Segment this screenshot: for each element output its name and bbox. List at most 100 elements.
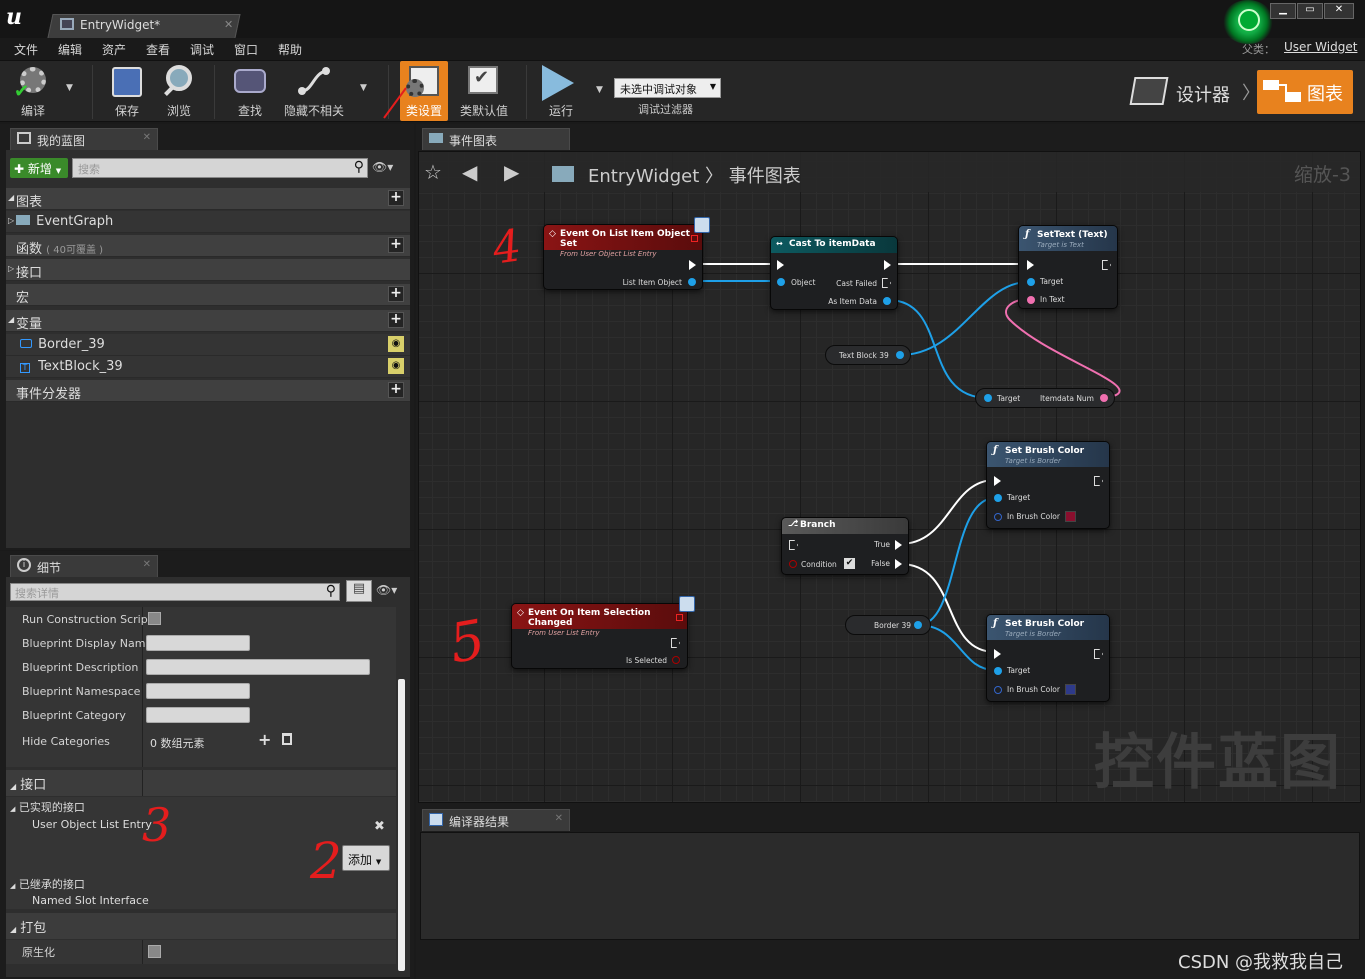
exec-out-pin[interactable] xyxy=(689,260,696,270)
condition-checkbox[interactable]: ✔ xyxy=(844,558,855,569)
border-wire-top xyxy=(917,497,996,626)
cast-to-itemdata-node[interactable]: ↔ Cast To itemData Object Cast Failed As… xyxy=(770,236,898,310)
is-selected-pin[interactable] xyxy=(672,656,680,664)
true-exec-pin[interactable] xyxy=(895,540,902,550)
node-subtitle: From User List Entry xyxy=(528,629,600,637)
false-exec-pin[interactable] xyxy=(895,559,902,569)
pin-label: Target xyxy=(1007,666,1031,675)
tab-compiler-results-label: 编译器结果 xyxy=(449,815,510,829)
branch-node[interactable]: ⎇ Branch True Condition ✔ False xyxy=(781,517,909,575)
tab-compiler-results[interactable]: 编译器结果 ✕ xyxy=(422,809,570,831)
event-list-item-object-set-node[interactable]: ◇ Event On List Item Object Set From Use… xyxy=(543,217,710,290)
node-title: Set Brush Color xyxy=(1005,619,1085,629)
target-pin[interactable] xyxy=(984,394,992,402)
node-header: ƒ Set Brush Color Target is Border xyxy=(987,442,1109,467)
node-header: ⎇ Branch xyxy=(782,518,908,534)
function-icon: ƒ xyxy=(993,618,998,629)
pin-label: False xyxy=(871,559,890,568)
in-text-pin[interactable] xyxy=(1027,296,1035,304)
object-pin[interactable] xyxy=(777,278,785,286)
annotation-3: 3 xyxy=(142,798,172,852)
pin-label: In Brush Color xyxy=(1007,512,1060,521)
branch-true-wire xyxy=(899,479,996,545)
node-title: Event On List Item Object Set xyxy=(560,229,690,249)
node-title: Set Brush Color xyxy=(1005,446,1085,456)
settext-node[interactable]: ƒ SetText (Text) Target is Text Target I… xyxy=(1018,225,1118,309)
pin-label: Object xyxy=(791,278,816,287)
node-title: Cast To itemData xyxy=(789,239,876,249)
cast-failed-exec-pin[interactable] xyxy=(882,278,891,288)
variable-label: Text Block 39 xyxy=(839,351,889,360)
delegate-pin-icon xyxy=(676,614,683,621)
node-header: ↔ Cast To itemData xyxy=(771,237,897,253)
node-header: ƒ Set Brush Color Target is Border xyxy=(987,615,1109,640)
brush-color-swatch[interactable] xyxy=(1065,511,1076,522)
pin-label: As Item Data xyxy=(828,297,877,306)
event-diamond-icon: ◇ xyxy=(549,229,556,239)
exec-in-pin[interactable] xyxy=(789,540,798,550)
pin-label: Condition xyxy=(801,560,837,569)
annotation-2: 2 xyxy=(310,832,342,890)
pin-label: Target xyxy=(1040,277,1064,286)
pin-label: Is Selected xyxy=(625,656,667,665)
set-brush-color-node-1[interactable]: ƒ Set Brush Color Target is Border Targe… xyxy=(986,441,1110,529)
set-brush-color-node-2[interactable]: ƒ Set Brush Color Target is Border Targe… xyxy=(986,614,1110,702)
node-header: ◇ Event On List Item Object Set From Use… xyxy=(544,225,702,258)
annotation-slash-mark xyxy=(383,87,407,119)
condition-pin[interactable] xyxy=(789,560,797,568)
border-wire-bottom xyxy=(917,624,996,671)
exec-in-pin[interactable] xyxy=(777,260,784,270)
border-getter-node[interactable]: Border 39 xyxy=(845,615,931,635)
node-title: Event On Item Selection Changed xyxy=(528,608,651,628)
delegate-pin-icon xyxy=(691,235,698,242)
in-brush-color-pin[interactable] xyxy=(994,686,1002,694)
pin-label: In Brush Color xyxy=(1007,685,1060,694)
exec-out-pin[interactable] xyxy=(1102,260,1111,270)
itemdata-num-getter-node[interactable]: Target Itemdata Num xyxy=(975,388,1115,408)
interface-icon xyxy=(694,217,710,233)
pin-label: In Text xyxy=(1040,295,1065,304)
in-brush-color-pin[interactable] xyxy=(994,513,1002,521)
list-item-object-pin[interactable] xyxy=(688,278,696,286)
function-icon: ƒ xyxy=(993,445,998,456)
pin-label: Target xyxy=(1007,493,1031,502)
target-pin[interactable] xyxy=(994,667,1002,675)
interface-icon xyxy=(679,596,695,612)
csdn-watermark: CSDN @我救我自己 xyxy=(1178,952,1344,973)
brush-color-swatch[interactable] xyxy=(1065,684,1076,695)
pin-label: Target xyxy=(997,394,1021,403)
node-title: SetText (Text) xyxy=(1037,230,1108,240)
as-item-data-pin[interactable] xyxy=(883,297,891,305)
variable-label: Border 39 xyxy=(874,621,912,630)
exec-out-pin[interactable] xyxy=(884,260,891,270)
event-item-selection-changed-node[interactable]: ◇ Event On Item Selection Changed From U… xyxy=(511,596,695,669)
exec-out-pin[interactable] xyxy=(1094,476,1103,486)
compiler-log-icon xyxy=(429,813,443,826)
pin-label: Itemdata Num xyxy=(1039,394,1094,403)
border-output-pin[interactable] xyxy=(914,621,922,629)
exec-in-pin[interactable] xyxy=(994,476,1001,486)
node-header: ƒ SetText (Text) Target is Text xyxy=(1019,226,1117,251)
textblock-output-pin[interactable] xyxy=(896,351,904,359)
pin-label: True xyxy=(874,540,890,549)
target-pin[interactable] xyxy=(994,494,1002,502)
branch-icon: ⎇ xyxy=(788,519,799,529)
event-diamond-icon: ◇ xyxy=(517,608,524,618)
exec-out-pin[interactable] xyxy=(671,638,680,648)
textblock-getter-node[interactable]: Text Block 39 xyxy=(825,345,911,365)
node-subtitle: From User Object List Entry xyxy=(560,250,657,258)
branch-false-wire xyxy=(899,563,996,653)
node-header: ◇ Event On Item Selection Changed From U… xyxy=(512,604,687,637)
node-subtitle: Target is Text xyxy=(1037,241,1084,249)
cast-arrows-icon: ↔ xyxy=(776,239,783,248)
pin-label: Cast Failed xyxy=(836,279,877,288)
target-pin[interactable] xyxy=(1027,278,1035,286)
tab-close-icon[interactable]: ✕ xyxy=(555,813,563,824)
exec-in-pin[interactable] xyxy=(1027,260,1034,270)
exec-in-pin[interactable] xyxy=(994,649,1001,659)
exec-out-pin[interactable] xyxy=(1094,649,1103,659)
node-title: Branch xyxy=(800,520,836,530)
itemdata-num-pin[interactable] xyxy=(1100,394,1108,402)
itemdata-num-wire xyxy=(1005,298,1121,399)
compiler-output-area xyxy=(420,832,1360,940)
